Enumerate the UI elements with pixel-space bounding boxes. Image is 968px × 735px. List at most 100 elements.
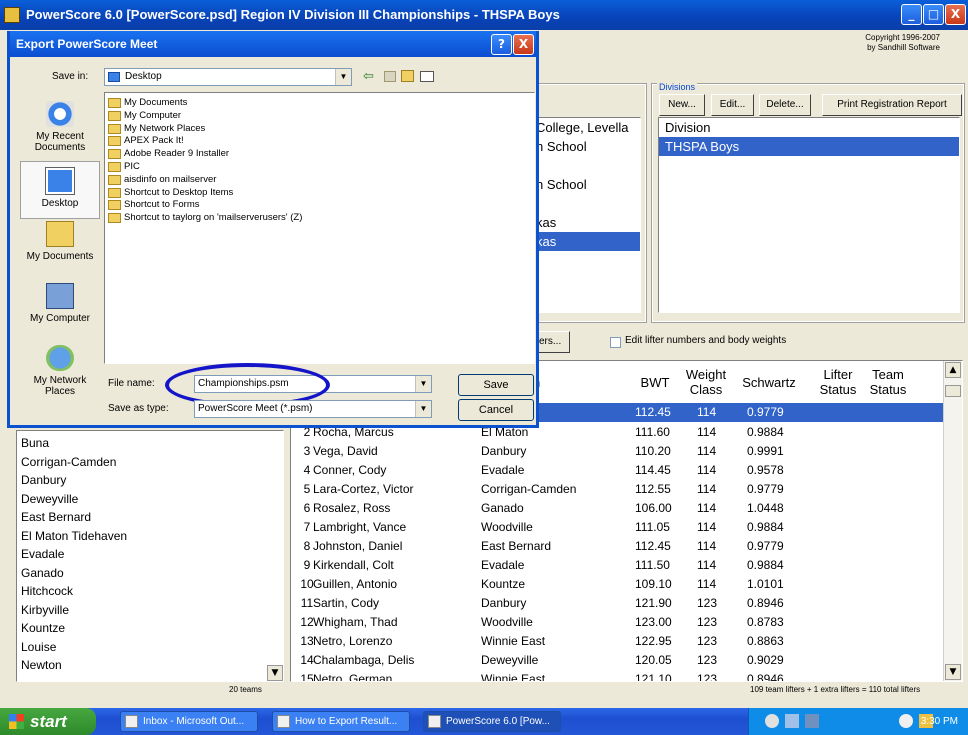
scroll-thumb[interactable] xyxy=(945,385,961,397)
tray-icon[interactable] xyxy=(805,714,819,728)
lifter-row[interactable]: 14 Chalambaga, Delis Deweyville 120.05 123 0.… xyxy=(291,651,943,670)
save-in-combo[interactable]: Desktop ▼ xyxy=(104,68,352,86)
team-item[interactable]: Evadale xyxy=(17,545,283,564)
edit-lifter-numbers-checkbox[interactable] xyxy=(610,337,621,348)
print-registration-button[interactable]: Print Registration Report xyxy=(822,94,962,116)
divisions-list[interactable]: Division THSPA Boys xyxy=(658,117,960,313)
division-row-thspa-boys[interactable]: THSPA Boys xyxy=(659,137,959,156)
team-item[interactable]: Louise xyxy=(17,638,283,657)
file-item[interactable]: APEX Pack It! xyxy=(107,135,534,148)
save-type-select[interactable]: PowerScore Meet (*.psm) ▼ xyxy=(194,400,432,418)
col-team-status-header[interactable]: Team Status xyxy=(865,367,911,397)
save-type-label: Save as type: xyxy=(108,403,169,414)
close-button[interactable]: X xyxy=(945,4,966,25)
task-powerscore[interactable]: PowerScore 6.0 [Pow... xyxy=(423,711,561,732)
cancel-button[interactable]: Cancel xyxy=(458,399,534,421)
up-folder-icon[interactable] xyxy=(384,71,396,82)
lifter-row[interactable]: 9 Kirkendall, Colt Evadale 111.50 114 0.9884 xyxy=(291,556,943,575)
place-desktop[interactable]: Desktop xyxy=(20,161,100,219)
chevron-down-icon[interactable]: ▼ xyxy=(335,69,351,85)
folder-icon xyxy=(108,123,121,134)
scroll-down-icon[interactable]: ▼ xyxy=(945,664,961,680)
main-title-bar[interactable]: PowerScore 6.0 [PowerScore.psd] Region I… xyxy=(0,0,968,30)
place-recent-documents[interactable]: My Recent Documents xyxy=(20,101,100,153)
teams-list-box[interactable]: Buna Corrigan-Camden Danbury Deweyville East… xyxy=(16,430,284,682)
tray-icon[interactable] xyxy=(899,714,913,728)
file-item[interactable]: Shortcut to taylorg on 'mailserverusers'… xyxy=(107,212,534,225)
file-item[interactable]: aisdinfo on mailserver xyxy=(107,174,534,187)
lifter-row[interactable]: 15 Netro, German Winnie East 121.10 123 0.894… xyxy=(291,670,943,682)
file-item[interactable]: PIC xyxy=(107,161,534,174)
task-how-to-export[interactable]: How to Export Result... xyxy=(272,711,410,732)
lifter-row[interactable]: 11 Sartin, Cody Danbury 121.90 123 0.8946 xyxy=(291,594,943,613)
team-item[interactable]: Newton xyxy=(17,656,283,675)
file-item[interactable]: My Computer xyxy=(107,110,534,123)
back-icon[interactable]: ⇦ xyxy=(363,69,374,84)
lifter-bwt: 110.20 xyxy=(635,444,671,458)
minimize-button[interactable]: _ xyxy=(901,4,922,25)
team-item[interactable]: Deweyville xyxy=(17,490,283,509)
lifter-row[interactable]: 13 Netro, Lorenzo Winnie East 122.95 123 0.88… xyxy=(291,632,943,651)
new-folder-icon[interactable] xyxy=(401,70,414,82)
divisions-label: Divisions xyxy=(657,82,698,92)
file-item[interactable]: My Documents xyxy=(107,97,534,110)
file-item-label: My Computer xyxy=(124,109,182,121)
file-item[interactable]: Adobe Reader 9 Installer xyxy=(107,148,534,161)
chevron-down-icon[interactable]: ▼ xyxy=(415,376,431,392)
teams-scroll-down-icon[interactable]: ▼ xyxy=(267,665,283,681)
lifter-row[interactable]: 6 Rosalez, Ross Ganado 106.00 114 1.0448 xyxy=(291,499,943,518)
team-item[interactable]: Corrigan-Camden xyxy=(17,453,283,472)
task-inbox[interactable]: Inbox - Microsoft Out... xyxy=(120,711,258,732)
maximize-button[interactable]: □ xyxy=(923,4,944,25)
lifter-row[interactable]: 5 Lara-Cortez, Victor Corrigan-Camden 112.5… xyxy=(291,480,943,499)
place-my-documents[interactable]: My Documents xyxy=(20,221,100,262)
teams-count: 20 teams xyxy=(229,685,262,694)
delete-division-button[interactable]: Delete... xyxy=(759,94,811,116)
help-button[interactable]: ? xyxy=(491,34,512,55)
file-item-label: aisdinfo on mailserver xyxy=(124,173,217,185)
lifter-schwartz: 0.9779 xyxy=(747,539,784,553)
tray-icon[interactable] xyxy=(765,714,779,728)
place-my-computer[interactable]: My Computer xyxy=(20,283,100,324)
team-item[interactable]: Hitchcock xyxy=(17,582,283,601)
scroll-up-icon[interactable]: ▲ xyxy=(945,362,961,378)
lifter-row[interactable]: 12 Whigham, Thad Woodville 123.00 123 0.8783 xyxy=(291,613,943,632)
lifter-row[interactable]: 8 Johnston, Daniel East Bernard 112.45 114 0.… xyxy=(291,537,943,556)
file-item[interactable]: Shortcut to Forms xyxy=(107,199,534,212)
lifter-row[interactable]: 10 Guillen, Antonio Kountze 109.10 114 1.0101 xyxy=(291,575,943,594)
file-item[interactable]: Shortcut to Desktop Items xyxy=(107,187,534,200)
lifter-bwt: 114.45 xyxy=(635,463,671,477)
lifters-scrollbar[interactable]: ▲ ▼ xyxy=(943,361,962,681)
lifter-schwartz: 0.9884 xyxy=(747,425,784,439)
team-item[interactable]: Buna xyxy=(17,434,283,453)
col-schwartz-header[interactable]: Schwartz xyxy=(733,375,805,390)
lifters-action-button[interactable]: ers... xyxy=(536,331,570,353)
place-network[interactable]: My Network Places xyxy=(20,345,100,397)
team-item[interactable]: Danbury xyxy=(17,471,283,490)
team-item[interactable]: Ganado xyxy=(17,564,283,583)
team-item[interactable]: Kountze xyxy=(17,619,283,638)
team-item[interactable]: El Maton Tidehaven xyxy=(17,527,283,546)
views-menu-icon[interactable] xyxy=(420,71,434,82)
lifter-schwartz: 0.8946 xyxy=(747,672,784,682)
team-item[interactable]: East Bernard xyxy=(17,508,283,527)
col-lifter-status-header[interactable]: Lifter Status xyxy=(815,367,861,397)
col-bwt-header[interactable]: BWT xyxy=(633,375,677,390)
lifter-class: 114 xyxy=(697,501,717,515)
start-button[interactable]: start xyxy=(0,708,96,735)
lifter-class: 114 xyxy=(697,482,717,496)
dialog-title[interactable]: Export PowerScore Meet xyxy=(10,31,536,57)
chevron-down-icon[interactable]: ▼ xyxy=(415,401,431,417)
file-item[interactable]: My Network Places xyxy=(107,123,534,136)
file-list[interactable]: My Documents My Computer My Network Places… xyxy=(104,92,535,364)
col-weight-class-header[interactable]: Weight Class xyxy=(681,367,731,397)
team-item[interactable]: Kirbyville xyxy=(17,601,283,620)
save-button[interactable]: Save xyxy=(458,374,534,396)
tray-icon[interactable] xyxy=(785,714,799,728)
new-division-button[interactable]: New... xyxy=(659,94,705,116)
edit-division-button[interactable]: Edit... xyxy=(711,94,754,116)
lifter-row[interactable]: 4 Conner, Cody Evadale 114.45 114 0.9578 xyxy=(291,461,943,480)
lifter-row[interactable]: 3 Vega, David Danbury 110.20 114 0.9991 xyxy=(291,442,943,461)
dialog-close-button[interactable]: X xyxy=(513,34,534,55)
lifter-row[interactable]: 7 Lambright, Vance Woodville 111.05 114 0.988… xyxy=(291,518,943,537)
